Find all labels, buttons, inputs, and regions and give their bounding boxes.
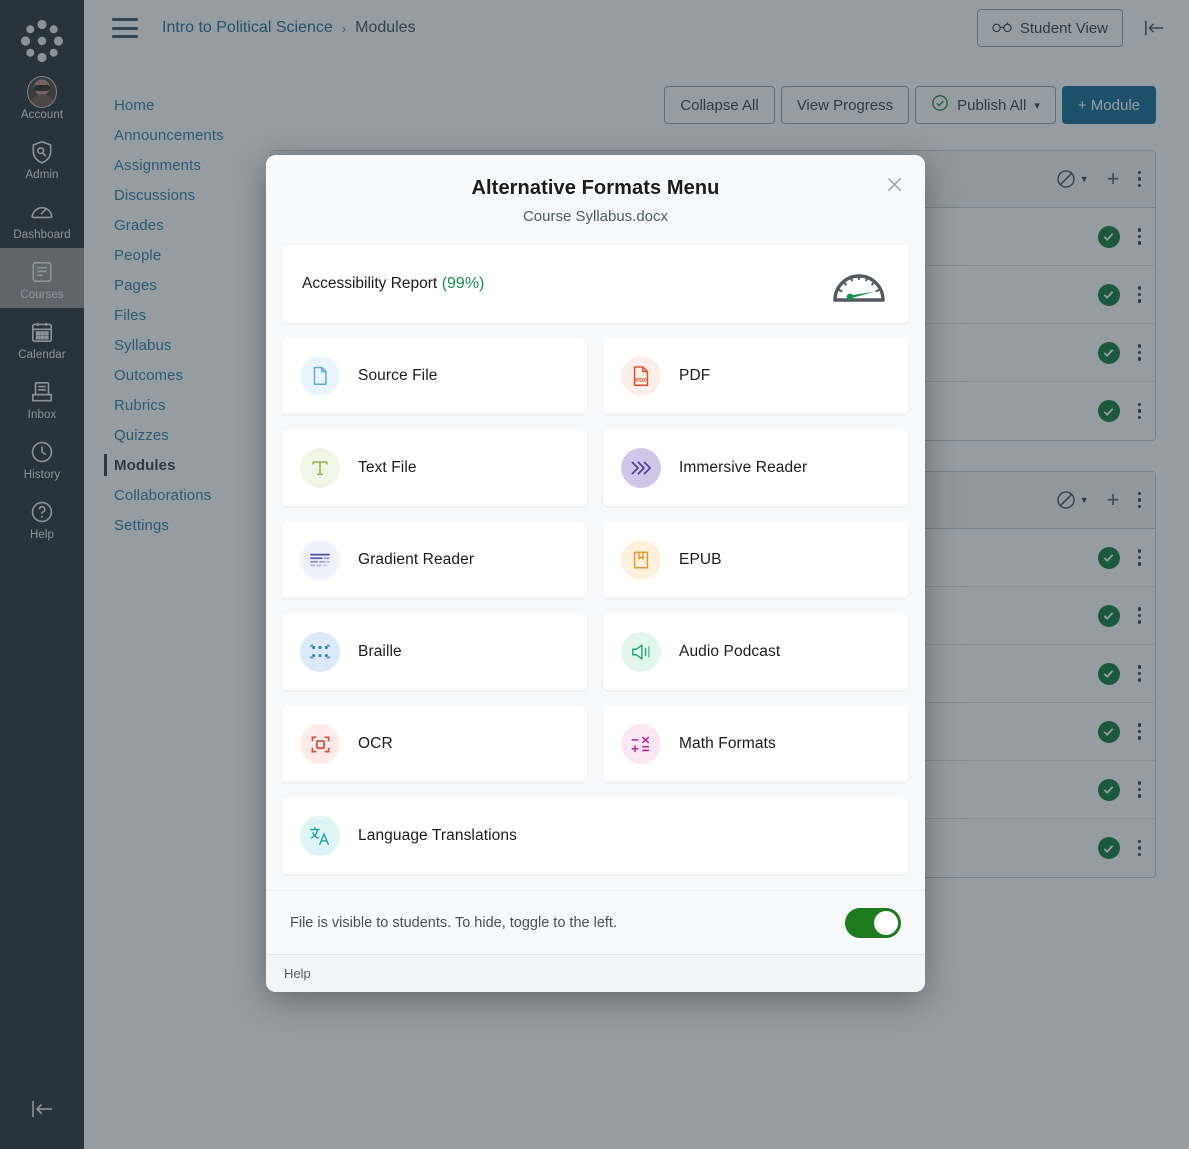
math-symbols-icon xyxy=(621,724,661,764)
pdf-icon: PDF xyxy=(621,356,661,396)
format-tile-label: Source File xyxy=(358,367,438,384)
format-tile-text-file[interactable]: Text File xyxy=(282,430,587,506)
format-tile-epub[interactable]: EPUB xyxy=(603,522,908,598)
format-tile-label: Braille xyxy=(358,643,402,660)
alternative-formats-modal: Alternative Formats Menu Course Syllabus… xyxy=(266,155,925,992)
format-tile-label: Audio Podcast xyxy=(679,643,781,660)
speaker-icon xyxy=(621,632,661,672)
gradient-lines-icon xyxy=(300,540,340,580)
format-tile-label: OCR xyxy=(358,735,393,752)
document-icon xyxy=(300,356,340,396)
format-tile-label: EPUB xyxy=(679,551,722,568)
scan-frame-icon xyxy=(300,724,340,764)
book-bookmark-icon xyxy=(621,540,661,580)
accessibility-report-label: Accessibility Report xyxy=(302,275,438,292)
format-tile-label: Math Formats xyxy=(679,735,776,752)
gauge-icon xyxy=(829,262,889,306)
format-tile-label: Text File xyxy=(358,459,417,476)
visibility-text: File is visible to students. To hide, to… xyxy=(290,914,617,931)
format-tile-label: PDF xyxy=(679,367,711,384)
format-tile-language-translations[interactable]: Language Translations xyxy=(282,798,908,874)
format-tile-braille[interactable]: Braille xyxy=(282,614,587,690)
format-tile-label: Gradient Reader xyxy=(358,551,475,568)
translate-icon xyxy=(300,816,340,856)
modal-header: Alternative Formats Menu Course Syllabus… xyxy=(266,155,925,241)
format-tile-pdf[interactable]: PDF PDF xyxy=(603,338,908,414)
format-tile-source-file[interactable]: Source File xyxy=(282,338,587,414)
format-tile-label: Language Translations xyxy=(358,827,517,844)
canvas-modules-page: Account Admin Dashboard xyxy=(0,0,1189,1149)
text-t-icon xyxy=(300,448,340,488)
accessibility-score: (99%) xyxy=(441,275,485,292)
format-tile-ocr[interactable]: OCR xyxy=(282,706,587,782)
format-tile-immersive-reader[interactable]: Immersive Reader xyxy=(603,430,908,506)
modal-help-bar: Help xyxy=(266,954,925,992)
modal-footer: File is visible to students. To hide, to… xyxy=(266,890,925,954)
help-link[interactable]: Help xyxy=(284,966,311,981)
braille-dots-icon xyxy=(300,632,340,672)
svg-text:PDF: PDF xyxy=(635,378,647,384)
format-tile-math-formats[interactable]: Math Formats xyxy=(603,706,908,782)
chevrons-right-icon xyxy=(621,448,661,488)
visibility-toggle[interactable] xyxy=(845,907,901,938)
format-tile-gradient-reader[interactable]: Gradient Reader xyxy=(282,522,587,598)
format-tile-label: Immersive Reader xyxy=(679,459,808,476)
accessibility-report-text: Accessibility Report (99%) xyxy=(302,275,484,293)
accessibility-report-card[interactable]: Accessibility Report (99%) xyxy=(282,245,909,323)
format-tiles: Source File PDF PDF Text File Immersive … xyxy=(266,323,925,874)
modal-subtitle-filename: Course Syllabus.docx xyxy=(522,208,669,225)
modal-title: Alternative Formats Menu xyxy=(471,177,720,199)
close-icon[interactable] xyxy=(881,171,907,197)
format-tile-audio-podcast[interactable]: Audio Podcast xyxy=(603,614,908,690)
